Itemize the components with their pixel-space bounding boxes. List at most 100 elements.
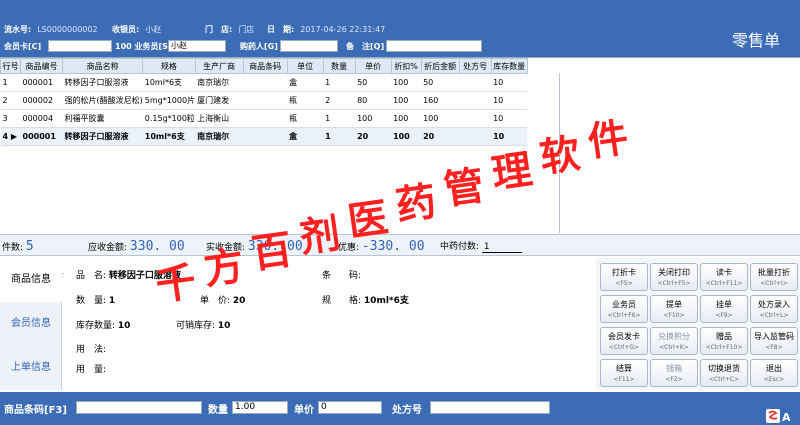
table-cell: 20	[355, 127, 392, 146]
count-label: 件数:	[2, 243, 24, 253]
col-header[interactable]: 生产厂商	[194, 58, 244, 74]
action-button[interactable]: 挂单 <F9>	[700, 295, 748, 323]
received-value[interactable]: 330. 00	[248, 239, 303, 254]
action-button[interactable]: 关闭打印 <Ctrl+F5>	[650, 263, 698, 291]
action-button[interactable]: 业务员 <Ctrl+F6>	[600, 295, 648, 323]
action-button[interactable]: 切换退货 <Ctrl+C>	[700, 359, 748, 387]
salesman-input[interactable]: 小赵	[168, 40, 226, 52]
table-row[interactable]: 4 ▶ 000001 转移因子口服溶液 10ml*6支 南京瑞尔盒 1 20 100 20 10	[0, 127, 528, 146]
action-button[interactable]: 提单 <F10>	[650, 295, 698, 323]
barcode-input[interactable]	[76, 401, 202, 414]
detail-sellable: 可销库存: 10	[176, 318, 230, 331]
action-button[interactable]: 读卡 <Ctrl+F11>	[700, 263, 748, 291]
detail-name-value: 转移因子口服溶液	[108, 271, 181, 281]
col-header[interactable]: 单位	[286, 58, 324, 74]
svg-text:A: A	[782, 411, 791, 423]
detail-barcode-label: 条 码:	[322, 271, 362, 281]
col-header[interactable]: 数量	[322, 58, 356, 74]
table-cell: 20	[421, 127, 460, 146]
col-header[interactable]: 商品名称	[61, 58, 144, 74]
button-shortcut: <F2>	[665, 376, 683, 383]
button-label: 切换退货	[708, 364, 740, 373]
note-input[interactable]	[386, 40, 482, 52]
date-label: 日 期:	[267, 25, 295, 34]
action-button[interactable]: 退出 <Esc>	[750, 359, 798, 387]
serial-field: 流水号: LS0000000002	[4, 24, 98, 35]
table-cell: 上海衡山	[195, 109, 244, 128]
action-button[interactable]: 批量打折 <Ctrl+I>	[750, 263, 798, 291]
action-button[interactable]: 处方录入 <Ctrl+L>	[750, 295, 798, 323]
table-cell: 1	[323, 73, 356, 92]
col-header[interactable]: 处方号	[458, 58, 492, 74]
buyer-input[interactable]	[280, 40, 338, 52]
table-cell: 4 ▶	[0, 127, 21, 146]
button-label: 钱箱	[666, 364, 682, 373]
table-cell: 瓶	[287, 91, 324, 110]
price-input[interactable]: 0	[318, 401, 382, 414]
action-button[interactable]: 导入监管码 <F8>	[750, 327, 798, 355]
discount-group: 优惠: -330. 00	[338, 239, 425, 254]
button-shortcut: <Ctrl+C>	[709, 376, 739, 383]
herb-input[interactable]: 1	[481, 242, 522, 253]
salesman-label: 100 业务员[S]	[115, 42, 172, 51]
detail-stock: 库存数量: 10	[76, 318, 130, 331]
action-button[interactable]: 打折卡 <F5>	[600, 263, 648, 291]
cashier-field: 收银员: 小赵	[112, 24, 161, 35]
store-field: 门 店: 门店	[205, 24, 254, 35]
table-row[interactable]: 1 000001 转移因子口服溶液 10ml*6支 南京瑞尔盒 1 50 100 50 10	[0, 73, 528, 92]
action-button[interactable]: 钱箱 <F2>	[650, 359, 698, 387]
tab-product-info[interactable]: 商品信息	[0, 258, 62, 302]
table-header-row: 行号 商品编号 商品名称 规格 生产厂商 商品条码 单位 数量 单价 折扣% 折…	[0, 58, 528, 74]
date-value: 2017-04-26 22:31:47	[300, 25, 386, 34]
member-card-input[interactable]	[48, 40, 112, 52]
receivable-value: 330. 00	[129, 239, 185, 254]
table-cell	[243, 73, 288, 92]
table-cell: 厦门建发	[195, 91, 244, 110]
col-header[interactable]: 库存数量	[490, 58, 528, 74]
button-label: 挂单	[716, 300, 732, 309]
action-button[interactable]: 会员发卡 <Ctrl+G>	[600, 327, 648, 355]
items-grid[interactable]: 行号 商品编号 商品名称 规格 生产厂商 商品条码 单位 数量 单价 折扣% 折…	[0, 57, 800, 286]
table-cell	[459, 109, 492, 128]
action-button[interactable]: 赠品 <Ctrl+F10>	[700, 327, 748, 355]
action-button[interactable]: 结算 <F11>	[600, 359, 648, 387]
col-header[interactable]: 单价	[354, 58, 392, 74]
table-cell: 100	[355, 109, 392, 128]
table-cell: 10	[491, 109, 528, 128]
table-cell: 10ml*6支	[142, 127, 196, 146]
table-cell: 50	[355, 73, 392, 92]
qty-input[interactable]: 1.00	[232, 401, 288, 414]
store-value: 门店	[238, 25, 255, 34]
col-header[interactable]: 折后金额	[420, 58, 460, 74]
detail-sellable-value: 10	[217, 321, 231, 331]
table-cell: 1	[323, 109, 356, 128]
table-cell: 100	[391, 109, 422, 128]
product-detail-panel: 品 名: 转移因子口服溶液 条 码: 数 量: 1 单 价: 20 规 格: 1…	[64, 258, 594, 390]
tab-member-info[interactable]: 会员信息	[0, 302, 62, 346]
price-label: 单价	[294, 405, 314, 416]
detail-name: 品 名: 转移因子口服溶液	[76, 268, 181, 281]
info-tabs: 商品信息 会员信息 上单信息	[0, 258, 62, 390]
rx-label: 处方号	[392, 405, 422, 416]
tab-last-order-info[interactable]: 上单信息	[0, 346, 62, 390]
table-cell: 5mg*1000片	[142, 91, 196, 110]
table-row[interactable]: 2 000002 强的松片(醋酸泼尼松) 5mg*1000片 厦门建发瓶 2 80 100 16…	[0, 91, 528, 110]
col-header[interactable]: 行号	[0, 58, 21, 74]
qty-label: 数量	[208, 405, 228, 416]
table-cell: 000001	[20, 127, 63, 146]
header-bar: 流水号: LS0000000002 收银员: 小赵 门 店: 门店 日 期: 2017-…	[0, 0, 800, 57]
table-cell: 利福平胶囊	[62, 109, 143, 128]
button-shortcut: <Esc>	[763, 376, 785, 383]
col-header[interactable]: 规格	[142, 58, 196, 74]
rx-input[interactable]	[430, 401, 550, 414]
table-row[interactable]: 3 000004 利福平胶囊 0.15g*100粒 上海衡山瓶 1 100 100 100 10	[0, 109, 528, 128]
button-shortcut: <Ctrl+F11>	[705, 280, 743, 287]
col-header[interactable]: 折扣%	[390, 58, 422, 74]
table-cell	[243, 109, 288, 128]
action-button[interactable]: 兑换积分 <Ctrl+K>	[650, 327, 698, 355]
col-header[interactable]: 商品条码	[242, 58, 288, 74]
col-header[interactable]: 商品编号	[20, 58, 63, 74]
button-shortcut: <F10>	[663, 312, 685, 319]
discount-value: -330. 00	[361, 239, 425, 254]
store-label: 门 店:	[205, 25, 233, 34]
